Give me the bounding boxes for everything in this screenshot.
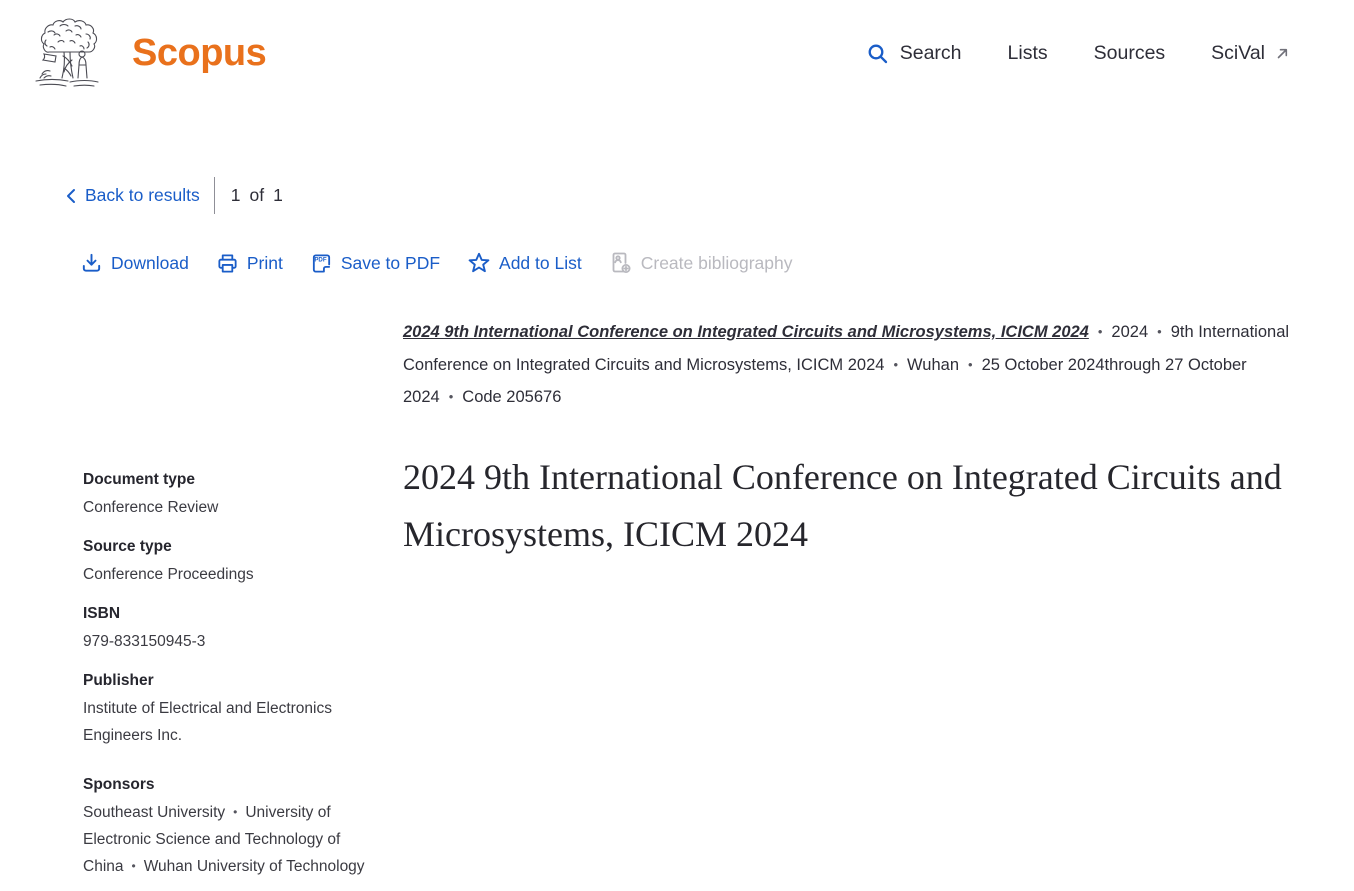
scopus-wordmark[interactable]: Scopus: [132, 32, 266, 75]
detail-document-type: Document type Conference Review: [83, 465, 381, 521]
detail-label: ISBN: [83, 599, 381, 628]
download-label: Download: [111, 253, 189, 274]
detail-label: Source type: [83, 532, 381, 561]
bullet-separator: •: [893, 357, 898, 372]
bullet-separator: •: [968, 357, 973, 372]
pagination-current: 1: [231, 185, 241, 206]
download-icon: [80, 252, 103, 275]
detail-isbn: ISBN 979-833150945-3: [83, 599, 381, 655]
detail-value: 979-833150945-3: [83, 628, 381, 655]
header: Scopus Search Lists Sources SciVal: [0, 0, 1354, 95]
result-pagination: 1 of 1: [231, 185, 283, 206]
source-info-line: 2024 9th International Conference on Int…: [403, 316, 1338, 414]
back-to-results-link[interactable]: Back to results: [64, 185, 200, 206]
source-title-link[interactable]: 2024 9th International Conference on Int…: [403, 323, 1089, 341]
pagination-of: of: [250, 185, 265, 206]
document-actions-toolbar: Download Print PDF Save to PDF Add to Li…: [80, 251, 1354, 275]
chevron-left-icon: [64, 187, 78, 205]
document-title: 2024 9th International Conference on Int…: [403, 449, 1293, 564]
bullet-separator: •: [449, 389, 454, 404]
source-location: Wuhan: [907, 356, 959, 374]
pdf-icon: PDF: [310, 252, 333, 275]
sponsor-item: Southeast University: [83, 804, 225, 821]
detail-publisher: Publisher Institute of Electrical and El…: [83, 666, 381, 749]
print-button[interactable]: Print: [216, 252, 283, 275]
add-to-list-button[interactable]: Add to List: [467, 251, 582, 275]
create-bibliography-button[interactable]: Create bibliography: [609, 251, 793, 275]
detail-sponsors: Sponsors Southeast University•University…: [83, 770, 381, 880]
detail-label: Document type: [83, 465, 381, 494]
detail-value: Conference Review: [83, 494, 381, 521]
print-label: Print: [247, 253, 283, 274]
source-year: 2024: [1111, 323, 1148, 341]
nav-search[interactable]: Search: [866, 42, 962, 66]
external-link-icon: [1275, 46, 1290, 61]
sponsor-item: Wuhan University of Technology: [144, 858, 365, 875]
pagination-total: 1: [273, 185, 283, 206]
divider: [214, 177, 215, 214]
document-details-sidebar: Document type Conference Review Source t…: [83, 465, 381, 891]
create-bibliography-label: Create bibliography: [641, 253, 793, 274]
nav-lists-label: Lists: [1008, 42, 1048, 65]
svg-text:PDF: PDF: [314, 256, 327, 263]
download-button[interactable]: Download: [80, 252, 189, 275]
search-icon: [866, 42, 890, 66]
document-content: Document type Conference Review Source t…: [0, 316, 1354, 891]
bibliography-icon: [609, 251, 633, 275]
bullet-separator: •: [233, 805, 237, 819]
save-to-pdf-label: Save to PDF: [341, 253, 440, 274]
source-code: Code 205676: [462, 388, 561, 406]
back-to-results-label: Back to results: [85, 185, 200, 206]
bullet-separator: •: [1157, 324, 1162, 339]
nav-lists[interactable]: Lists: [1008, 42, 1048, 65]
bullet-separator: •: [1098, 324, 1103, 339]
detail-label: Sponsors: [83, 770, 381, 799]
printer-icon: [216, 252, 239, 275]
nav-scival-label: SciVal: [1211, 42, 1265, 65]
add-to-list-label: Add to List: [499, 253, 582, 274]
nav-sources-label: Sources: [1094, 42, 1166, 65]
detail-value: Conference Proceedings: [83, 561, 381, 588]
detail-label: Publisher: [83, 666, 381, 695]
sponsors-list: Southeast University•University of Elect…: [83, 799, 381, 880]
nav-search-label: Search: [900, 42, 962, 65]
nav-sources[interactable]: Sources: [1094, 42, 1166, 65]
nav-scival[interactable]: SciVal: [1211, 42, 1290, 65]
detail-value: Institute of Electrical and Electronics …: [83, 695, 381, 749]
document-main: 2024 9th International Conference on Int…: [403, 316, 1343, 564]
elsevier-tree-logo[interactable]: [30, 18, 106, 90]
star-icon: [467, 251, 491, 275]
bullet-separator: •: [132, 859, 136, 873]
top-nav: Search Lists Sources SciVal: [866, 42, 1290, 66]
detail-source-type: Source type Conference Proceedings: [83, 532, 381, 588]
save-to-pdf-button[interactable]: PDF Save to PDF: [310, 252, 440, 275]
results-navigation: Back to results 1 of 1: [64, 177, 1354, 214]
